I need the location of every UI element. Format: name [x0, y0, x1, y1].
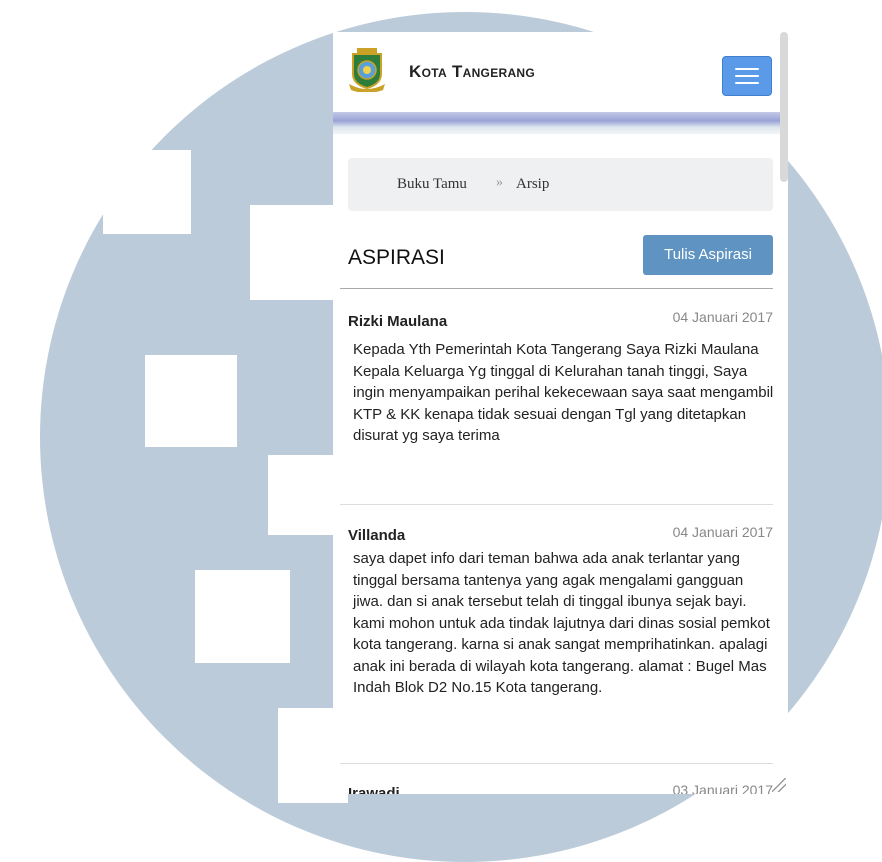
entry-author: Irawadi — [348, 785, 400, 794]
entry-author: Villanda — [348, 527, 406, 544]
menu-toggle-button[interactable] — [722, 56, 772, 96]
navbar: Kota Tangerang — [333, 32, 788, 112]
background-square — [250, 205, 340, 300]
write-aspiration-button[interactable]: Tulis Aspirasi — [643, 235, 773, 275]
entry-divider — [340, 504, 773, 505]
entry-date: 03 Januari 2017 — [672, 782, 773, 794]
breadcrumb-item-buku-tamu[interactable]: Buku Tamu — [397, 176, 467, 193]
navbar-divider — [333, 112, 788, 134]
mobile-screen: Kota Tangerang Buku Tamu » Arsip ASPIRAS… — [333, 32, 788, 794]
breadcrumb-item-arsip[interactable]: Arsip — [516, 176, 549, 193]
section-divider — [340, 288, 773, 289]
brand-title[interactable]: Kota Tangerang — [409, 62, 535, 82]
section-title: ASPIRASI — [348, 246, 445, 269]
resize-handle-icon[interactable] — [772, 778, 786, 792]
entry-author: Rizki Maulana — [348, 313, 448, 330]
background-square — [103, 150, 191, 234]
entry-divider — [340, 763, 773, 764]
breadcrumb: Buku Tamu » Arsip — [348, 158, 773, 211]
background-square — [145, 355, 237, 447]
background-square — [268, 455, 338, 535]
coat-of-arms-logo[interactable] — [349, 48, 385, 92]
breadcrumb-separator: » — [496, 175, 503, 190]
background-square — [195, 570, 290, 663]
entry-message: saya dapet info dari teman bahwa ada ana… — [353, 550, 770, 696]
entry-date: 04 Januari 2017 — [672, 309, 773, 325]
background-square — [0, 205, 48, 269]
entry-message: Kepada Yth Pemerintah Kota Tangerang Say… — [353, 341, 774, 444]
scrollbar-thumb[interactable] — [780, 32, 788, 182]
entry-date: 04 Januari 2017 — [672, 524, 773, 540]
